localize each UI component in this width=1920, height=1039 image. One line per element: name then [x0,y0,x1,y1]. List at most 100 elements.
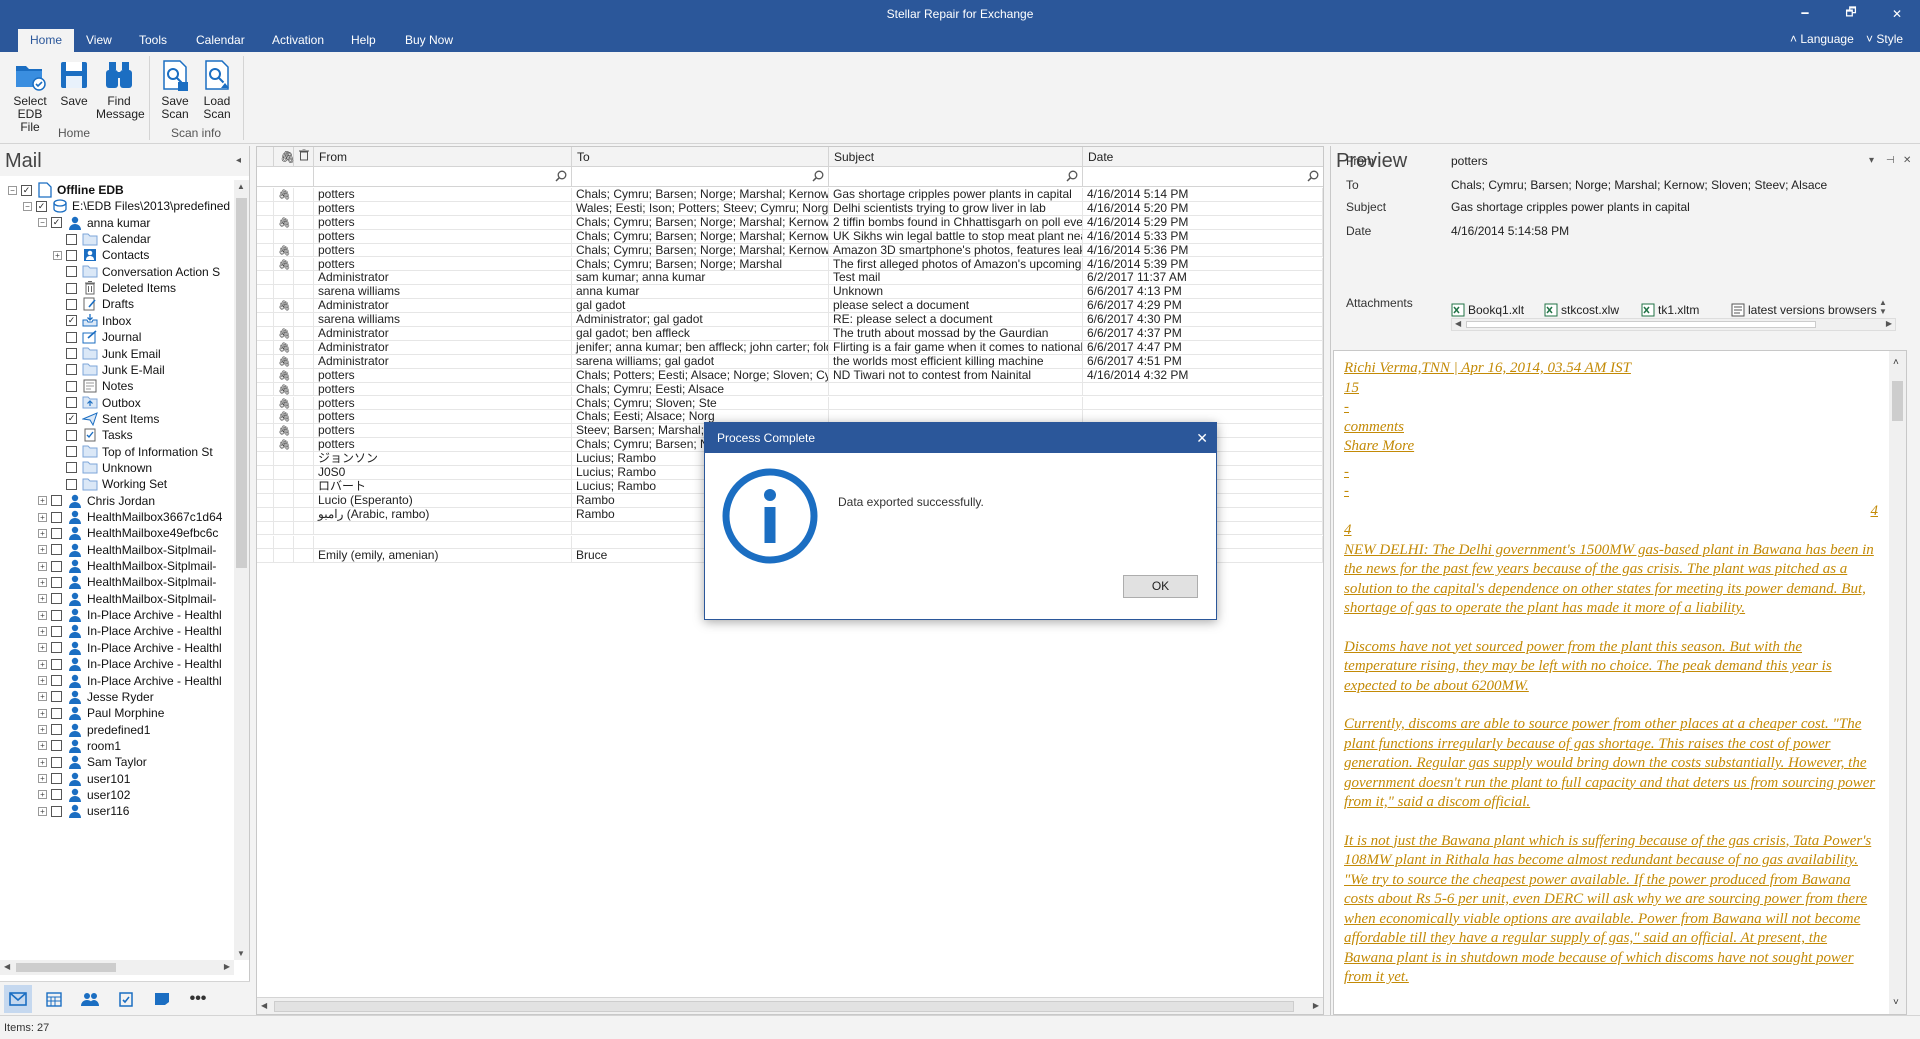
tree-item-checkbox[interactable] [51,675,62,686]
expand-icon[interactable]: + [38,561,47,571]
expand-icon[interactable]: + [38,528,47,538]
tree-item-checkbox[interactable]: ✓ [21,184,32,196]
scroll-up-icon[interactable]: ▲ [237,182,245,191]
scroll-right-icon[interactable]: ▶ [1313,1001,1319,1010]
contacts-nav-button[interactable] [76,985,104,1013]
search-icon[interactable] [812,170,824,185]
tree-item-checkbox[interactable] [66,429,77,441]
tree-item-checkbox[interactable] [66,266,77,278]
table-row[interactable]: 🖇 Administrator jenifer; anna kumar; ben a… [257,340,1323,355]
share-more-link[interactable]: Share More [1344,437,1878,457]
expand-icon[interactable]: + [53,250,62,260]
scroll-right-icon[interactable]: ▶ [1886,319,1892,328]
tree-item-checkbox[interactable] [66,380,77,392]
table-row[interactable]: 🖇 Administrator gal gadot; ben affleck The … [257,327,1323,341]
expand-icon[interactable]: + [38,790,47,800]
message-list-horizontal-scrollbar[interactable]: ◀ ▶ [257,997,1323,1014]
ok-button[interactable]: OK [1123,575,1198,598]
search-icon[interactable] [555,170,567,185]
attachment-scroll-updown[interactable]: ▲ ▼ [1879,298,1887,316]
scroll-down-icon[interactable]: ˅ [1893,997,1899,1008]
tree-item-checkbox[interactable]: ✓ [66,315,77,327]
expand-icon[interactable]: + [38,643,47,653]
from-filter-input[interactable] [314,167,572,187]
more-nav-button[interactable]: ••• [184,985,212,1013]
tree-item-checkbox[interactable] [66,233,77,245]
table-row[interactable]: 🖇 Administrator sarena williams; gal gadot… [257,354,1323,369]
expand-icon[interactable]: + [38,545,47,555]
expand-icon[interactable]: + [38,577,47,587]
expand-icon[interactable]: + [38,496,47,506]
tree-item-checkbox[interactable] [66,478,77,490]
body-line[interactable]: 15 [1344,379,1878,399]
save-button[interactable]: Save [58,58,90,108]
scroll-right-icon[interactable]: ▶ [224,962,230,971]
tab-home[interactable]: Home [18,29,74,52]
tab-activation[interactable]: Activation [262,29,334,52]
date-filter-input[interactable] [1083,167,1323,187]
dropdown-icon[interactable]: ▾ [1869,146,1874,176]
tree-item-checkbox[interactable] [51,609,62,621]
expand-icon[interactable]: + [38,806,47,816]
table-row[interactable]: sarena williams Administrator; gal gadot R… [257,313,1323,327]
load-scan-button[interactable]: Load Scan [200,58,234,121]
byline[interactable]: Richi Verma,TNN | Apr 16, 2014, 03.54 AM… [1344,359,1878,379]
attachment-item[interactable]: tk1.xltm [1641,302,1699,318]
tree-item-checkbox[interactable] [51,642,62,654]
tree-item-checkbox[interactable] [66,446,77,458]
attachment-column-header[interactable]: 🖇 [274,147,295,167]
tree-vertical-scrollbar[interactable]: ▲ ▼ [234,180,249,960]
comments-link[interactable]: comments [1344,418,1878,438]
table-row[interactable]: 🖇 potters Chals; Cymru; Barsen; Norge; Mar… [257,257,1323,272]
scroll-down-icon[interactable]: ▼ [237,949,245,958]
scroll-up-icon[interactable]: ˄ [1893,357,1899,368]
table-row[interactable]: 🖇 potters Chals; Cymru; Barsen; Norge; Mar… [257,188,1323,202]
tree-item-checkbox[interactable] [66,249,77,261]
tree-item-checkbox[interactable] [51,544,62,556]
scrollbar-thumb[interactable] [1892,381,1903,421]
expand-icon[interactable]: + [38,692,47,702]
tab-buy-now[interactable]: Buy Now [395,29,463,52]
table-row[interactable]: Administrator sam kumar; anna kumar Test m… [257,271,1323,286]
table-row[interactable]: 🖇 potters Chals; Potters; Eesti; Alsace; N… [257,368,1323,383]
tree-item-checkbox[interactable] [51,724,62,736]
expand-icon[interactable]: + [38,610,47,620]
expand-icon[interactable]: + [38,708,47,718]
find-message-button[interactable]: Find Message [96,58,145,121]
table-row[interactable]: 🖇 potters Chals; Cymru; Barsen; Norge; Mar… [257,243,1323,258]
date-column-header[interactable]: Date [1083,147,1323,167]
collapse-icon[interactable]: − [23,201,32,211]
table-row[interactable]: 🖇 potters Chals; Cymru; Eesti; Alsace [257,382,1323,397]
attachment-item[interactable]: stkcost.xlw [1544,302,1619,318]
tree-item-checkbox[interactable] [66,348,77,359]
notes-nav-button[interactable] [148,985,176,1013]
expand-icon[interactable]: + [38,757,47,767]
from-column-header[interactable]: From [314,147,572,167]
expand-icon[interactable]: + [38,594,47,604]
tree-item-checkbox[interactable] [51,805,62,817]
tree-item-checkbox[interactable] [66,331,77,343]
close-button[interactable]: ✕ [1874,0,1920,27]
expand-icon[interactable]: + [38,676,47,685]
tree-item-checkbox[interactable] [51,756,62,768]
attachments-scrollbar[interactable]: ◀ ▶ [1451,318,1896,331]
table-row[interactable]: 🖇 potters Chals; Cymru; Sloven; Ste [257,396,1323,411]
tasks-nav-button[interactable] [112,985,140,1013]
subject-column-header[interactable]: Subject [829,147,1083,167]
tree-item-checkbox[interactable] [51,773,62,785]
to-filter-input[interactable] [572,167,829,187]
style-menu[interactable]: ˅ Style [1866,32,1903,46]
tree-item-checkbox[interactable]: ✓ [66,413,77,425]
tree-item-checkbox[interactable] [51,740,62,752]
tab-view[interactable]: View [76,29,122,52]
tree-item-checkbox[interactable] [51,691,62,703]
table-row[interactable]: potters Chals; Cymru; Barsen; Norge; Mars… [257,229,1323,244]
save-scan-button[interactable]: Save Scan [158,58,192,121]
tree-item[interactable]: + user116 [0,801,129,821]
tab-help[interactable]: Help [341,29,386,52]
pin-icon[interactable]: ⊣ [1886,146,1895,176]
expand-icon[interactable]: + [38,626,47,636]
tree-item-checkbox[interactable] [66,397,77,409]
expand-icon[interactable]: + [38,741,47,751]
search-icon[interactable] [1066,170,1078,185]
